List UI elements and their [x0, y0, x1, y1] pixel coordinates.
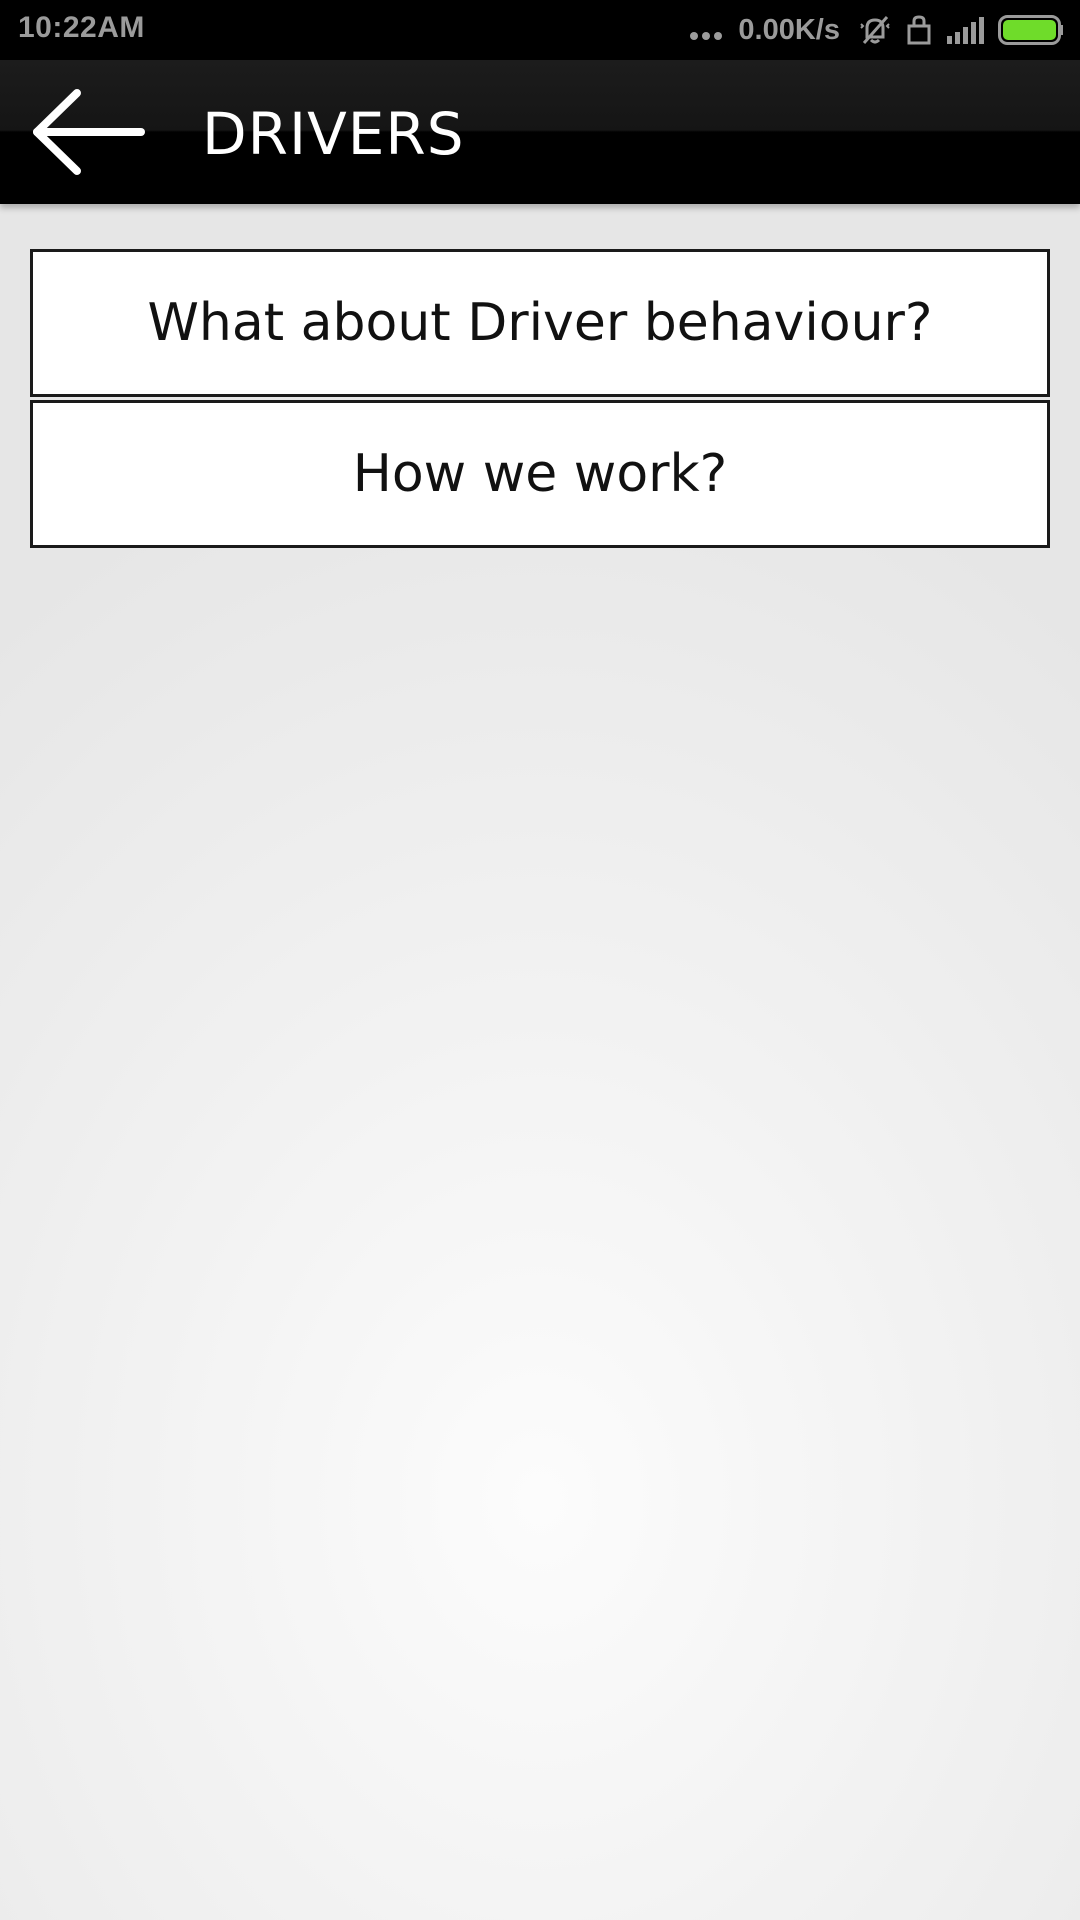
menu-item-how-we-work[interactable]: How we work? — [30, 400, 1050, 548]
back-arrow-icon — [33, 89, 145, 175]
network-speed: 0.00K/s — [738, 13, 840, 46]
muted-vibrate-icon — [858, 13, 892, 47]
status-time: 10:22AM — [18, 11, 145, 44]
more-dots-icon — [690, 32, 723, 40]
lock-icon — [906, 14, 932, 46]
app-bar: DRIVERS — [0, 60, 1080, 204]
signal-icon — [946, 16, 984, 44]
menu-item-label: What about Driver behaviour? — [147, 293, 933, 353]
status-bar: 10:22AM 0.00K/s — [0, 0, 1080, 60]
status-icons: 0.00K/s — [690, 0, 1064, 60]
page-title: DRIVERS — [202, 100, 465, 168]
back-button[interactable] — [22, 84, 152, 180]
battery-icon — [998, 15, 1064, 45]
menu-list: What about Driver behaviour? How we work… — [30, 249, 1050, 548]
menu-item-label: How we work? — [352, 444, 728, 504]
menu-item-driver-behaviour[interactable]: What about Driver behaviour? — [30, 249, 1050, 397]
